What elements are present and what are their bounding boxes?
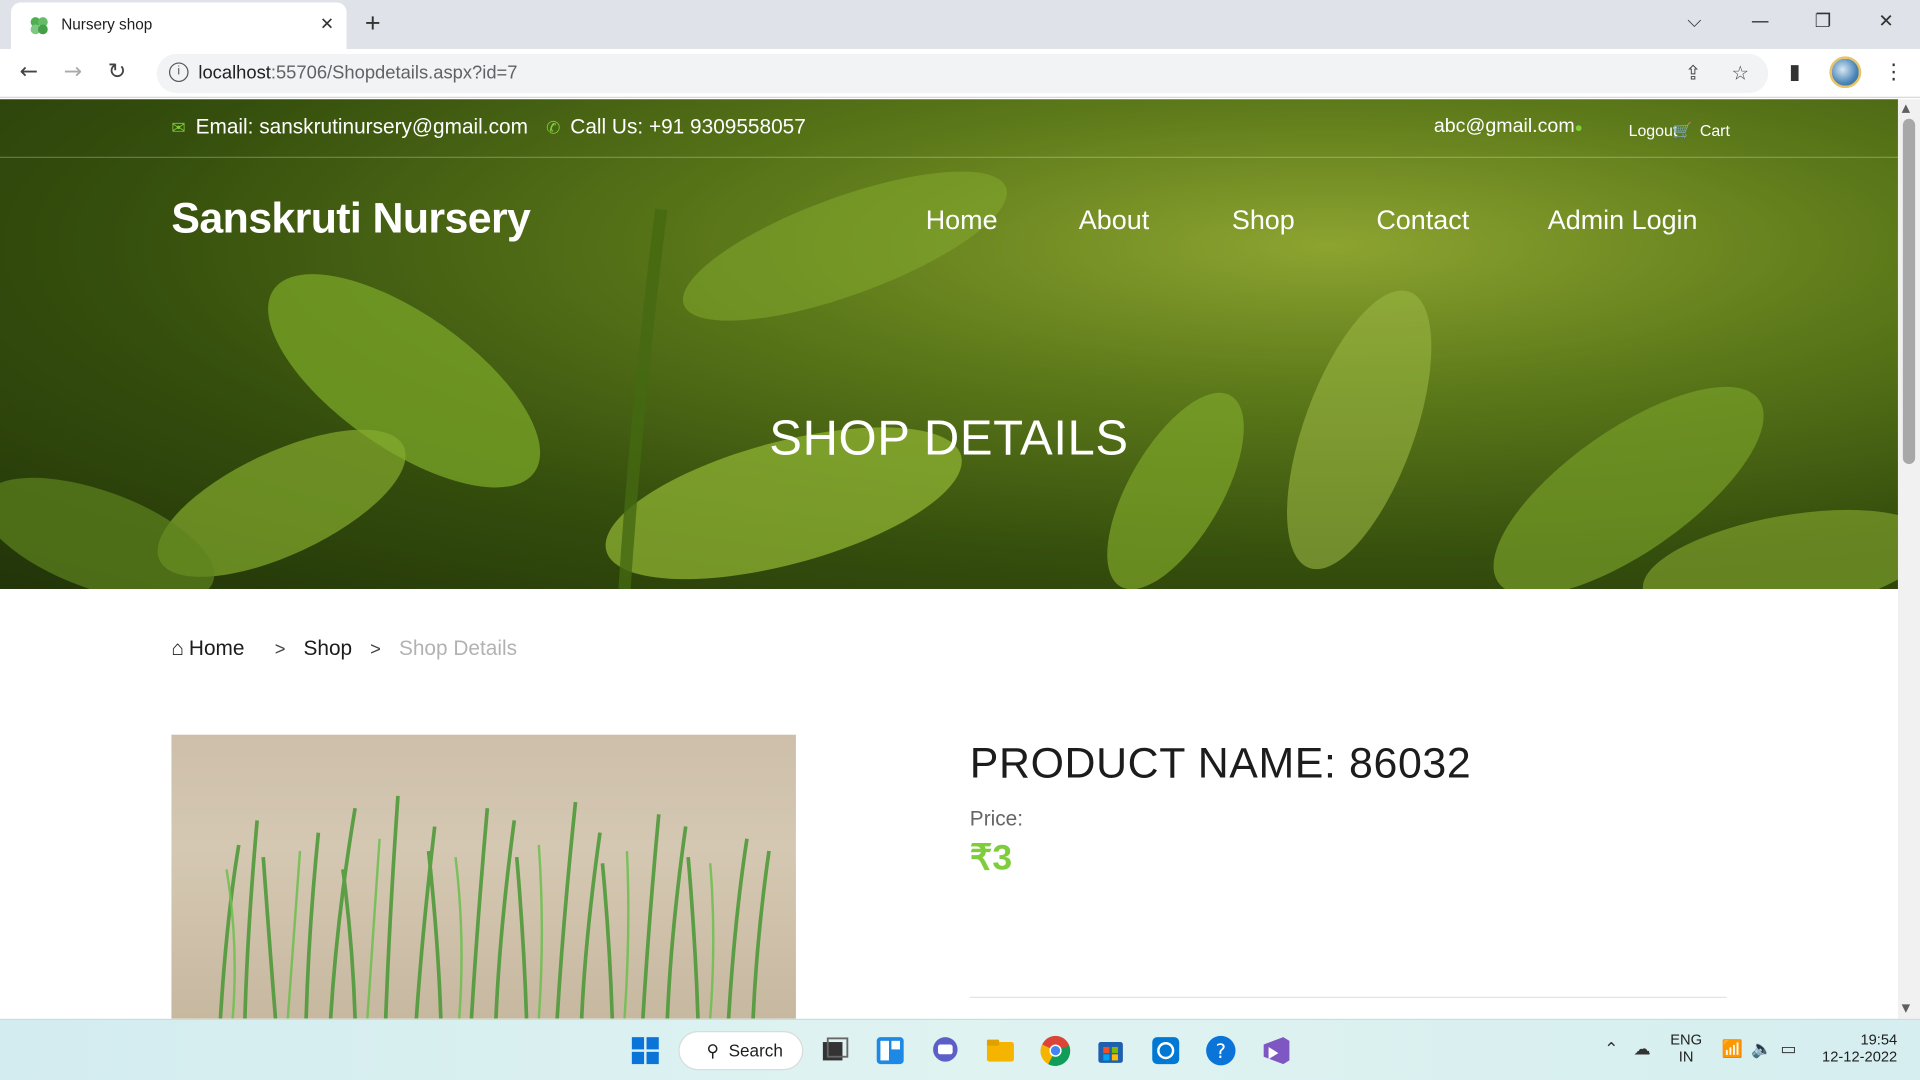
nav-home[interactable]: Home [926, 204, 998, 236]
browser-tab[interactable]: Nursery shop ✕ [11, 2, 347, 49]
phone-icon: ✆ [546, 117, 561, 138]
top-email-text: Email: sanskrutinursery@gmail.com [195, 115, 528, 139]
tab-title: Nursery shop [61, 15, 153, 34]
microsoft-store-icon[interactable] [1093, 1033, 1127, 1067]
breadcrumb: ⌂ Home > Shop > Shop Details [171, 637, 529, 661]
cart-link[interactable]: 🛒 Cart [1673, 121, 1730, 141]
page-scrollbar[interactable]: ▲ ▼ [1897, 99, 1920, 1019]
price-label: Price: [969, 806, 1024, 831]
nursery-favicon-icon [30, 17, 48, 35]
windows-start-icon[interactable] [628, 1033, 662, 1067]
volume-icon[interactable]: 🔈 [1751, 1040, 1772, 1060]
envelope-icon: ✉ [171, 117, 186, 138]
share-icon[interactable]: ⇪ [1685, 61, 1701, 84]
scroll-down-icon[interactable]: ▼ [1902, 1003, 1910, 1015]
chrome-icon[interactable] [1038, 1033, 1072, 1067]
restore-window-button[interactable]: ❐ [1815, 10, 1831, 32]
battery-icon[interactable]: ▭ [1780, 1040, 1796, 1060]
breadcrumb-current: Shop Details [398, 636, 517, 661]
top-phone[interactable]: ✆ Call Us: +91 9309558057 [546, 115, 806, 139]
page-viewport: ✉ Email: sanskrutinursery@gmail.com ✆ Call… [0, 99, 1898, 1019]
language-indicator[interactable]: ENG IN [1670, 1031, 1702, 1065]
windows-taskbar: ⚲ Search ? ⌃ ☁ ENG IN 📶 🔈 ▭ 19:54 12-12-… [0, 1018, 1920, 1080]
site-info-icon[interactable]: i [168, 62, 189, 83]
user-email: abc@gmail.com [1433, 116, 1575, 138]
user-account[interactable]: abc@gmail.com● [1434, 116, 1583, 138]
forward-arrow-icon[interactable]: → [64, 59, 82, 85]
task-view-icon[interactable] [818, 1033, 852, 1067]
page-title: SHOP DETAILS [769, 411, 1129, 466]
home-icon: ⌂ [171, 636, 185, 661]
nav-about[interactable]: About [1079, 204, 1149, 236]
back-arrow-icon[interactable]: ← [20, 59, 38, 85]
cart-icon: 🛒 [1672, 121, 1693, 140]
taskbar-search[interactable]: ⚲ Search [678, 1031, 804, 1071]
breadcrumb-separator: > [274, 639, 286, 661]
price-value: ₹3 [969, 838, 1013, 878]
scroll-thumb[interactable] [1902, 118, 1916, 465]
breadcrumb-home[interactable]: ⌂ Home [171, 637, 256, 660]
svg-text:?: ? [1216, 1040, 1226, 1063]
wifi-icon[interactable]: 📶 [1722, 1040, 1743, 1060]
product-name: PRODUCT NAME: 86032 [969, 739, 1472, 788]
top-email[interactable]: ✉ Email: sanskrutinursery@gmail.com [171, 115, 527, 139]
nav-shop[interactable]: Shop [1232, 204, 1295, 236]
cart-label: Cart [1699, 121, 1730, 140]
visual-studio-icon[interactable] [1259, 1033, 1293, 1067]
product-image [171, 734, 796, 1019]
nav-admin-login[interactable]: Admin Login [1548, 204, 1698, 236]
widgets-icon[interactable] [873, 1033, 907, 1067]
reload-icon[interactable]: ↻ [108, 59, 126, 85]
breadcrumb-shop[interactable]: Shop [304, 637, 353, 660]
tray-chevron-icon[interactable]: ⌃ [1604, 1040, 1618, 1060]
onedrive-icon[interactable]: ☁ [1633, 1040, 1650, 1060]
address-bar[interactable]: i localhost:55706/Shopdetails.aspx?id=7 … [156, 53, 1769, 94]
help-icon[interactable]: ? [1204, 1033, 1238, 1067]
site-logo[interactable]: Sanskruti Nursery [171, 195, 530, 244]
hero-banner: ✉ Email: sanskrutinursery@gmail.com ✆ Call… [0, 99, 1898, 589]
profile-avatar[interactable] [1829, 56, 1862, 89]
top-divider [0, 156, 1898, 158]
product-divider [969, 996, 1727, 998]
url-text[interactable]: localhost:55706/Shopdetails.aspx?id=7 [198, 62, 517, 83]
tab-search-dropdown-icon[interactable]: ⌵ [1687, 10, 1701, 32]
nav-contact[interactable]: Contact [1376, 204, 1469, 236]
browser-toolbar: ← → ↻ i localhost:55706/Shopdetails.aspx… [0, 48, 1920, 98]
side-panel-icon[interactable]: ▮ [1789, 60, 1800, 84]
new-tab-button[interactable]: + [365, 7, 381, 39]
minimize-window-button[interactable]: — [1751, 10, 1769, 32]
logout-link[interactable]: Logout [1629, 121, 1678, 139]
tab-close-icon[interactable]: ✕ [320, 13, 334, 34]
search-label: Search [728, 1040, 783, 1061]
browser-tab-strip: Nursery shop ✕ + ⌵ — ❐ ✕ [0, 0, 1920, 49]
hero-overlay [0, 99, 1898, 589]
browser-menu-icon[interactable]: ⋮ [1883, 60, 1904, 84]
bookmark-star-icon[interactable]: ☆ [1731, 61, 1749, 84]
user-icon: ● [1574, 121, 1583, 136]
scroll-up-icon[interactable]: ▲ [1902, 103, 1910, 115]
file-explorer-icon[interactable] [983, 1033, 1017, 1067]
close-window-button[interactable]: ✕ [1878, 10, 1893, 32]
teams-chat-icon[interactable] [928, 1033, 962, 1067]
breadcrumb-separator: > [370, 639, 381, 661]
clock[interactable]: 19:54 12-12-2022 [1822, 1031, 1897, 1065]
grass-seedlings-image [218, 795, 771, 1019]
remote-desktop-icon[interactable] [1149, 1033, 1183, 1067]
top-phone-text: Call Us: +91 9309558057 [570, 115, 806, 139]
search-icon: ⚲ [706, 1040, 720, 1061]
